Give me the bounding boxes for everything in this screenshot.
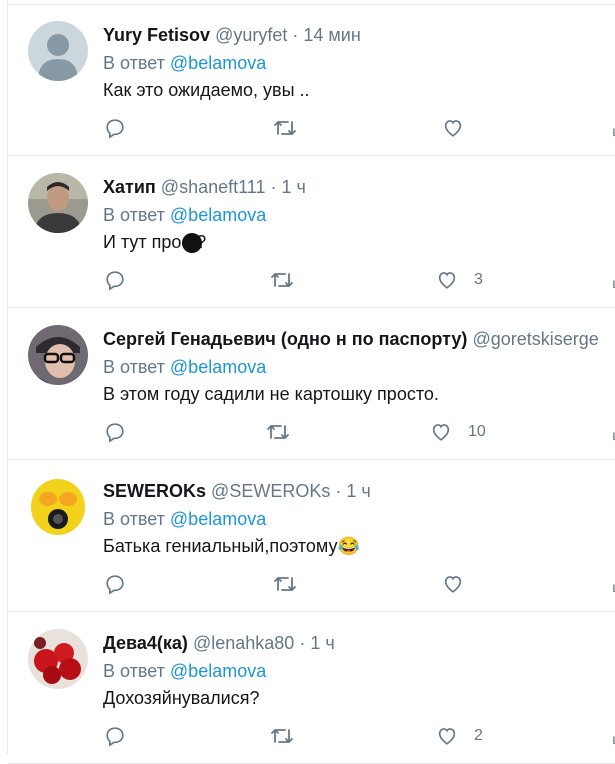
mention-link[interactable]: @belamova	[170, 661, 266, 681]
like-icon	[444, 120, 462, 137]
mention-link[interactable]: @belamova	[170, 357, 266, 377]
reply-button[interactable]	[104, 268, 126, 292]
like-button[interactable]: 2	[436, 724, 483, 748]
reply-icon	[106, 119, 124, 139]
avatar[interactable]	[28, 21, 88, 81]
retweet-icon	[271, 273, 293, 287]
tweet-header: SEWEROKs @SEWEROKs · 1 ч	[103, 479, 371, 503]
separator-dot: ·	[299, 633, 306, 653]
retweet-button[interactable]	[270, 724, 294, 748]
timestamp[interactable]: 1 ч	[282, 177, 306, 197]
reply-prefix: В ответ	[103, 509, 165, 529]
reply-icon	[106, 423, 124, 443]
tweet-header: Дева4(ка) @lenahka80 · 1 ч	[103, 631, 335, 655]
author-handle[interactable]: @lenahka80	[193, 633, 294, 653]
tweet[interactable]: Дева4(ка) @lenahka80 · 1 ч В ответ @bela…	[8, 613, 615, 764]
author-handle[interactable]: @yuryfet	[215, 25, 287, 45]
reply-button[interactable]	[104, 420, 126, 444]
author-name[interactable]: Yury Fetisov	[103, 25, 210, 45]
timestamp[interactable]: 1 ч	[346, 481, 370, 501]
like-button[interactable]: 3	[436, 268, 483, 292]
mention-link[interactable]: @belamova	[170, 205, 266, 225]
like-icon	[438, 728, 456, 745]
retweet-icon	[274, 121, 296, 135]
retweet-button[interactable]	[273, 572, 297, 596]
separator-dot: ·	[292, 25, 299, 45]
gas-mask-avatar-icon	[28, 477, 88, 537]
author-name[interactable]: Хатип	[103, 177, 156, 197]
timeline: Yury Fetisov @yuryfet · 14 мин В ответ @…	[7, 0, 615, 764]
author-name[interactable]: Сергей Генадьевич (одно н по паспорту)	[103, 329, 467, 349]
reply-context: В ответ @belamova	[103, 203, 266, 227]
separator-dot: ·	[270, 177, 277, 197]
like-button[interactable]	[442, 116, 480, 140]
like-icon	[432, 424, 450, 441]
like-button[interactable]: 10	[430, 420, 486, 444]
avatar[interactable]	[28, 477, 88, 537]
separator-dot: ·	[335, 481, 342, 501]
reply-icon	[106, 271, 124, 291]
reply-icon	[106, 727, 124, 747]
tweet-text: Как это ожидаемо, увы ..	[103, 80, 310, 100]
tweet-text: Дохозяйнувалися?	[103, 688, 260, 708]
reply-prefix: В ответ	[103, 661, 165, 681]
tweet-header: Yury Fetisov @yuryfet · 14 мин	[103, 23, 361, 47]
reply-prefix: В ответ	[103, 53, 165, 73]
like-icon	[444, 576, 462, 593]
user-photo-icon	[28, 325, 88, 385]
flowers-avatar-icon	[28, 629, 88, 689]
tweet[interactable]: Хатип @shaneft111 · 1 ч В ответ @belamov…	[8, 157, 615, 308]
reply-prefix: В ответ	[103, 205, 165, 225]
tweet-text: В этом году садили не картошку просто.	[103, 384, 439, 404]
reply-button[interactable]	[104, 724, 126, 748]
retweet-button[interactable]	[273, 116, 297, 140]
author-name[interactable]: SEWEROKs	[103, 481, 206, 501]
like-count: 3	[474, 271, 483, 288]
like-button[interactable]	[442, 572, 480, 596]
tweet-text: Батька гениальный,поэтому😂	[103, 536, 360, 556]
timestamp[interactable]: 14 мин	[303, 25, 360, 45]
reply-context: В ответ @belamova	[103, 507, 266, 531]
avatar[interactable]	[28, 629, 88, 689]
reply-icon	[106, 575, 124, 595]
avatar[interactable]	[28, 173, 88, 233]
default-avatar-icon	[28, 21, 88, 81]
author-handle[interactable]: @shaneft111	[161, 177, 266, 197]
mention-link[interactable]: @belamova	[170, 509, 266, 529]
retweet-button[interactable]	[270, 268, 294, 292]
like-count: 2	[474, 727, 483, 744]
reply-context: В ответ @belamova	[103, 355, 266, 379]
retweet-icon	[267, 425, 289, 439]
like-count: 10	[468, 423, 486, 440]
timestamp[interactable]: 1 ч	[310, 633, 334, 653]
reply-button[interactable]	[104, 572, 126, 596]
reply-context: В ответ @belamova	[103, 659, 266, 683]
mention-link[interactable]: @belamova	[170, 53, 266, 73]
retweet-icon	[274, 577, 296, 591]
author-name[interactable]: Дева4(ка)	[103, 633, 188, 653]
retweet-icon	[271, 729, 293, 743]
tweet-header: Хатип @shaneft111 · 1 ч	[103, 175, 306, 199]
mouse-cursor-dot	[182, 233, 202, 253]
reply-context: В ответ @belamova	[103, 51, 266, 75]
like-icon	[438, 272, 456, 289]
tweet-header: Сергей Генадьевич (одно н по паспорту) @…	[103, 327, 599, 351]
author-handle[interactable]: @SEWEROKs	[211, 481, 330, 501]
tweet[interactable]: Сергей Генадьевич (одно н по паспорту) @…	[8, 309, 615, 460]
tweet[interactable]: SEWEROKs @SEWEROKs · 1 ч В ответ @belamo…	[8, 461, 615, 612]
reply-button[interactable]	[104, 116, 126, 140]
reply-prefix: В ответ	[103, 357, 165, 377]
retweet-button[interactable]	[266, 420, 290, 444]
avatar[interactable]	[28, 325, 88, 385]
user-photo-icon	[28, 173, 88, 233]
tweet[interactable]: Yury Fetisov @yuryfet · 14 мин В ответ @…	[8, 5, 615, 156]
author-handle[interactable]: @goretskiserge	[472, 329, 598, 349]
